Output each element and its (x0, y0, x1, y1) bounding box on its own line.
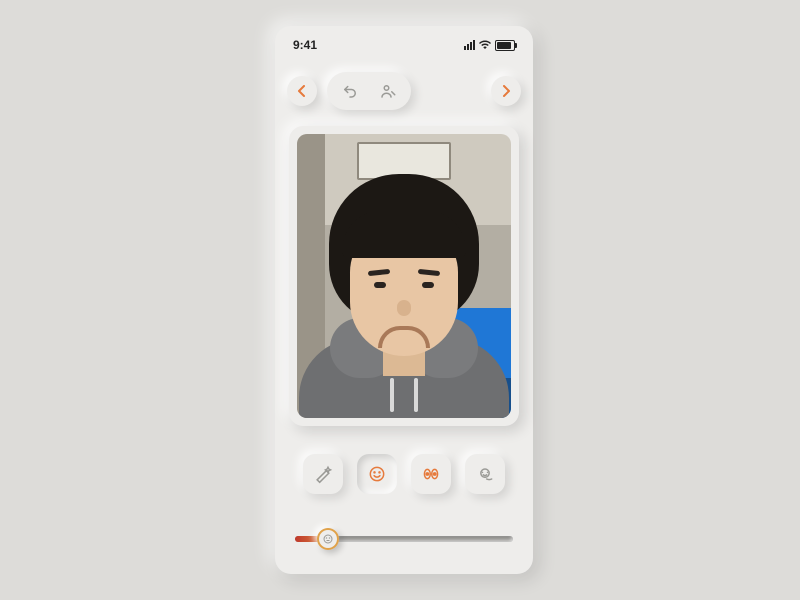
phone-frame: 9:41 (275, 26, 533, 574)
top-nav (275, 66, 533, 116)
status-indicators (464, 39, 515, 51)
status-bar: 9:41 (275, 36, 533, 54)
person-zoom-button[interactable] (369, 72, 407, 110)
slider-track[interactable] (295, 536, 513, 542)
play-button[interactable] (491, 76, 521, 106)
expression-slider[interactable] (295, 524, 513, 554)
nav-pill (327, 72, 411, 110)
photo-preview[interactable] (297, 134, 511, 418)
undo-button[interactable] (331, 72, 369, 110)
photo-card (289, 126, 519, 426)
battery-icon (495, 40, 515, 51)
cellular-icon (464, 40, 475, 50)
back-button[interactable] (287, 76, 317, 106)
status-time: 9:41 (293, 38, 317, 52)
tool-face-scan[interactable] (465, 454, 505, 494)
slider-thumb[interactable] (317, 528, 339, 550)
tool-eyes[interactable] (411, 454, 451, 494)
tool-smile[interactable] (357, 454, 397, 494)
tool-row (275, 444, 533, 504)
wifi-icon (479, 39, 491, 51)
tool-magic[interactable] (303, 454, 343, 494)
